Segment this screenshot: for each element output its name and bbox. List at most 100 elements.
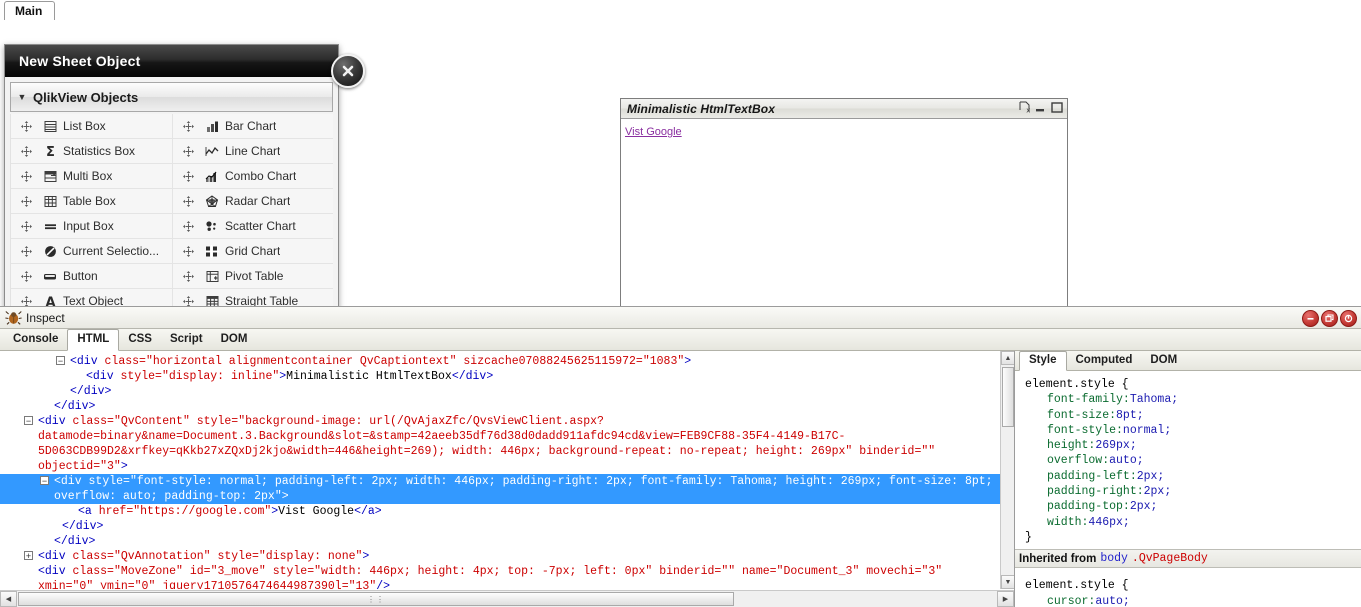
drag-handle-icon[interactable] [15,220,37,232]
css-declaration[interactable]: height: 269px; [1025,438,1361,453]
css-property[interactable]: cursor: [1025,594,1095,607]
scroll-down-arrow[interactable]: ▼ [1001,575,1014,589]
css-value[interactable]: auto; [1109,454,1144,467]
tab-script[interactable]: Script [161,330,212,350]
html-source-tree[interactable]: − <div class="horizontal alignmentcontain… [0,351,1000,589]
html-source-line[interactable]: − <div style="font-style: normal; padding… [0,474,1000,504]
drag-handle-icon[interactable] [177,295,199,306]
sheet-object-text-object[interactable]: A Text Object [11,289,172,306]
visit-google-link[interactable]: Vist Google [625,126,682,138]
sheet-object-pivot-table[interactable]: Pivot Table [172,264,333,289]
css-property[interactable]: padding-right: [1025,484,1144,499]
css-property[interactable]: height: [1025,438,1095,453]
css-property[interactable]: padding-left: [1025,469,1137,484]
css-property[interactable]: font-style: [1025,423,1123,438]
clear-selections-icon[interactable]: x [1019,100,1030,118]
scroll-right-arrow[interactable]: ▶ [997,591,1014,607]
sheet-object-table-box[interactable]: Table Box [11,189,172,214]
restore-icon[interactable] [1321,310,1338,327]
sheet-tab-main[interactable]: Main [4,1,56,20]
css-value[interactable]: Tahoma; [1130,393,1178,406]
html-source-line[interactable]: <div style="display: inline">Minimalisti… [0,369,1000,384]
css-value[interactable]: normal; [1123,424,1171,437]
qlikview-objects-group-header[interactable]: ▼ QlikView Objects [10,82,333,112]
drag-handle-icon[interactable] [177,145,199,157]
html-source-line[interactable]: − <div class="horizontal alignmentcontain… [0,354,1000,369]
css-property[interactable]: width: [1025,515,1088,530]
drag-handle-icon[interactable] [15,295,37,306]
html-source-line[interactable]: </div> [0,534,1000,549]
tab-html[interactable]: HTML [67,329,120,351]
maximize-icon[interactable] [1051,100,1063,118]
drag-handle-icon[interactable] [177,195,199,207]
tab-console[interactable]: Console [4,330,67,350]
css-property[interactable]: font-family: [1025,392,1130,407]
html-source-line[interactable]: − <div class="QvContent" style="backgroun… [0,414,1000,474]
sheet-object-bar-chart[interactable]: Bar Chart [172,114,333,139]
collapse-twisty-icon[interactable]: − [40,476,49,486]
css-property[interactable]: overflow: [1025,453,1109,468]
expand-twisty-icon[interactable]: + [24,551,33,561]
drag-handle-icon[interactable] [177,270,199,282]
html-source-line[interactable]: </div> [0,384,1000,399]
inherited-class[interactable]: .QvPageBody [1132,552,1208,565]
css-declaration[interactable]: padding-top: 2px; [1025,499,1361,514]
sheet-object-straight-table[interactable]: Straight Table [172,289,333,306]
sheet-object-list-box[interactable]: List Box [11,114,172,139]
css-declaration[interactable]: overflow: auto; [1025,453,1361,468]
css-property[interactable]: font-size: [1025,408,1116,423]
collapse-twisty-icon[interactable]: − [56,356,65,366]
html-source-line[interactable]: + <div class="QvAnnotation" style="displa… [0,549,1000,564]
sheet-object-scatter-chart[interactable]: Scatter Chart [172,214,333,239]
html-source-line[interactable]: </div> [0,519,1000,534]
drag-handle-icon[interactable] [15,170,37,182]
css-value[interactable]: 446px; [1088,516,1129,529]
sheet-object-button[interactable]: Button [11,264,172,289]
sheet-object-grid-chart[interactable]: Grid Chart [172,239,333,264]
css-value[interactable]: auto; [1095,595,1130,607]
drag-handle-icon[interactable] [15,120,37,132]
minimize-icon[interactable] [1035,100,1046,118]
collapse-twisty-icon[interactable]: − [24,416,33,426]
sheet-object-multi-box[interactable]: Multi Box [11,164,172,189]
sheet-object-statistics-box[interactable]: Σ Statistics Box [11,139,172,164]
html-panel-vscrollbar[interactable]: ▲ ▼ [1000,351,1014,589]
html-panel-hscrollbar[interactable]: ◀ ⋮⋮ ▶ [0,590,1014,607]
drag-handle-icon[interactable] [15,145,37,157]
rule-selector[interactable]: element.style { [1025,377,1361,392]
tab-css[interactable]: CSS [119,330,161,350]
css-value[interactable]: 2px; [1130,500,1158,513]
tab-dom[interactable]: DOM [212,330,257,350]
sheet-object-current-selections[interactable]: Current Selectio... [11,239,172,264]
sheet-object-input-box[interactable]: Input Box [11,214,172,239]
html-source-line[interactable]: </div> [0,399,1000,414]
sheet-object-line-chart[interactable]: Line Chart [172,139,333,164]
css-declaration[interactable]: font-family: Tahoma; [1025,392,1361,407]
close-icon[interactable] [1340,310,1357,327]
css-declaration[interactable]: padding-right: 2px; [1025,484,1361,499]
sheet-object-combo-chart[interactable]: Combo Chart [172,164,333,189]
css-property[interactable]: padding-top: [1025,499,1130,514]
drag-handle-icon[interactable] [15,270,37,282]
html-source-line[interactable]: <a href="https://google.com">Vist Google… [0,504,1000,519]
css-value[interactable]: 2px; [1137,470,1165,483]
scroll-left-arrow[interactable]: ◀ [0,591,17,607]
tab-dom-right[interactable]: DOM [1141,352,1186,370]
drag-handle-icon[interactable] [15,195,37,207]
drag-handle-icon[interactable] [177,220,199,232]
inherited-element[interactable]: body [1100,552,1128,565]
drag-handle-icon[interactable] [177,170,199,182]
css-declaration[interactable]: padding-left: 2px; [1025,469,1361,484]
css-declaration[interactable]: font-style: normal; [1025,423,1361,438]
tab-style[interactable]: Style [1019,351,1067,371]
minimize-icon[interactable] [1302,310,1319,327]
tab-computed[interactable]: Computed [1067,352,1142,370]
scroll-thumb-h[interactable]: ⋮⋮ [18,592,734,606]
html-source-line[interactable]: <div class="MoveZone" id="3_move" style=… [0,564,1000,589]
css-declaration[interactable]: width: 446px; [1025,515,1361,530]
css-value[interactable]: 2px; [1144,485,1172,498]
scroll-up-arrow[interactable]: ▲ [1001,351,1014,365]
css-value[interactable]: 269px; [1095,439,1136,452]
drag-handle-icon[interactable] [177,245,199,257]
drag-handle-icon[interactable] [177,120,199,132]
